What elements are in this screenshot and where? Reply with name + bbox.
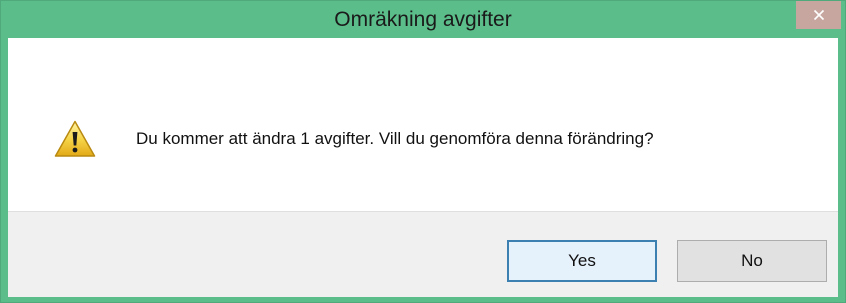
message-area: Du kommer att ändra 1 avgifter. Vill du … xyxy=(8,38,838,211)
warning-icon xyxy=(54,120,96,158)
no-button[interactable]: No xyxy=(677,240,827,282)
button-bar: Yes No xyxy=(8,211,838,297)
title-bar[interactable]: Omräkning avgifter xyxy=(1,1,845,38)
dialog-title: Omräkning avgifter xyxy=(334,8,512,31)
dialog-body: Du kommer att ändra 1 avgifter. Vill du … xyxy=(8,38,838,297)
close-icon xyxy=(813,9,825,21)
message-text: Du kommer att ändra 1 avgifter. Vill du … xyxy=(136,129,654,148)
close-button[interactable] xyxy=(796,1,841,29)
dialog-window: Omräkning avgifter Du kommer att ändra 1… xyxy=(0,0,846,303)
yes-button[interactable]: Yes xyxy=(507,240,657,282)
